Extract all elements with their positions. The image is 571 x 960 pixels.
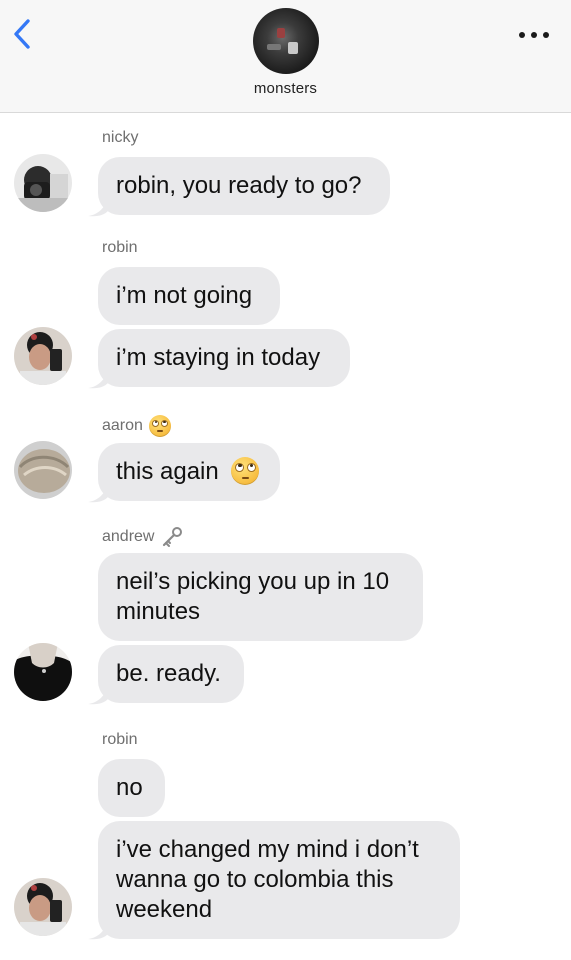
sender-name: aaron (102, 415, 171, 437)
avatar-aaron[interactable] (14, 441, 72, 499)
bubble-tail (88, 369, 108, 389)
group-name[interactable]: monsters (0, 80, 571, 97)
chevron-left-icon (14, 19, 30, 49)
message-bubble[interactable]: i’ve changed my mind i don’t wanna go to… (98, 821, 460, 939)
avatar-robin[interactable] (14, 878, 72, 936)
message-bubble[interactable]: robin, you ready to go? (98, 157, 390, 215)
avatar-nicky[interactable] (14, 154, 72, 212)
bubble-tail (88, 483, 108, 503)
sender-name: nicky (102, 129, 139, 146)
avatar-andrew[interactable] (14, 643, 72, 701)
message-bubble[interactable]: no (98, 759, 165, 817)
message-bubble[interactable]: this again (98, 443, 280, 501)
sender-name: robin (102, 239, 138, 256)
face-with-rolling-eyes-icon (148, 415, 171, 437)
old-key-icon (163, 527, 183, 547)
conversation-header: monsters (0, 0, 571, 113)
message-bubble[interactable]: i’m not going (98, 267, 280, 325)
message-bubble[interactable]: i’m staying in today (98, 329, 350, 387)
face-with-rolling-eyes-icon (231, 456, 260, 485)
bubble-tail (88, 920, 108, 940)
message-bubble[interactable]: be. ready. (98, 645, 244, 703)
sender-name: robin (102, 731, 138, 748)
sender-name: andrew (102, 525, 184, 549)
group-avatar[interactable] (253, 8, 319, 74)
bubble-tail (88, 685, 108, 705)
message-bubble[interactable]: neil’s picking you up in 10 minutes (98, 553, 423, 641)
more-dots-icon (519, 32, 525, 38)
bubble-tail (88, 197, 108, 217)
avatar-robin[interactable] (14, 327, 72, 385)
back-button[interactable] (8, 16, 40, 52)
more-options-button[interactable] (517, 28, 551, 42)
